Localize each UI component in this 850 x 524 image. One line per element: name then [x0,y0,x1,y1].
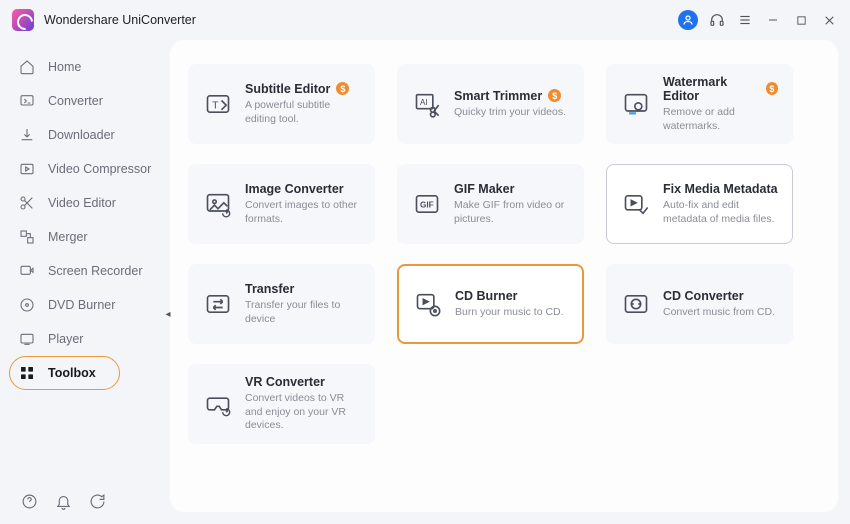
app-logo-icon [12,9,34,31]
image-converter-icon [203,189,233,219]
sidebar-item-merger[interactable]: Merger [0,220,170,254]
sidebar-item-player[interactable]: Player [0,322,170,356]
sidebar-item-label: Screen Recorder [48,264,143,278]
converter-icon [18,92,36,110]
content-panel: ◂ T Subtitle Editor$A powerful subtitle … [170,40,838,512]
paid-badge-icon: $ [548,89,561,102]
home-icon [18,58,36,76]
card-title: Smart Trimmer [454,89,542,103]
sidebar-item-label: Downloader [48,128,115,142]
sidebar-item-screen-recorder[interactable]: Screen Recorder [0,254,170,288]
window-controls [678,10,838,30]
subtitle-editor-icon: T [203,89,233,119]
scissors-icon [18,194,36,212]
sidebar-item-label: Toolbox [48,366,96,380]
close-button[interactable] [820,11,838,29]
card-gif-maker[interactable]: GIF GIF Maker Make GIF from video or pict… [397,164,584,244]
recorder-icon [18,262,36,280]
card-desc: Convert images to other formats. [245,199,360,226]
collapse-sidebar-button[interactable]: ◂ [163,300,173,328]
vr-converter-icon [203,389,233,419]
card-subtitle-editor[interactable]: T Subtitle Editor $ A powerful subtitle ed… [188,64,375,144]
compressor-icon [18,160,36,178]
card-vr-converter[interactable]: VR Converter Convert videos to VR and enj… [188,364,375,444]
transfer-icon [203,289,233,319]
card-desc: Make GIF from video or pictures. [454,199,569,226]
sidebar-item-label: Video Compressor [48,162,151,176]
card-desc: Auto-fix and edit metadata of media file… [663,199,778,226]
card-title: Watermark Editor [663,75,760,103]
sidebar-item-label: Player [48,332,83,346]
help-icon[interactable] [20,492,38,510]
toolbox-icon [18,364,36,382]
card-desc: Convert videos to VR and enjoy on your V… [245,392,360,433]
card-cd-burner[interactable]: CD Burner Burn your music to CD. [397,264,584,344]
bell-icon[interactable] [54,492,72,510]
card-smart-trimmer[interactable]: AI Smart Trimmer $ Quicky trim your videos… [397,64,584,144]
card-desc: A powerful subtitle editing tool. [245,99,360,126]
maximize-button[interactable] [792,11,810,29]
card-desc: Quicky trim your videos. [454,106,569,120]
svg-text:AI: AI [420,98,428,107]
sidebar: Home Converter Downloader Video Compress… [0,40,170,524]
sidebar-item-toolbox[interactable]: Toolbox [0,356,170,390]
sidebar-item-home[interactable]: Home [0,50,170,84]
sidebar-item-label: Converter [48,94,103,108]
card-desc: Convert music from CD. [663,306,778,320]
card-title: GIF Maker [454,182,514,196]
sidebar-item-video-compressor[interactable]: Video Compressor [0,152,170,186]
card-image-converter[interactable]: Image Converter Convert images to other f… [188,164,375,244]
card-title: CD Converter [663,289,744,303]
titlebar: Wondershare UniConverter [0,0,850,40]
card-title: Subtitle Editor [245,82,330,96]
sidebar-item-label: Video Editor [48,196,116,210]
card-title: CD Burner [455,289,518,303]
smart-trimmer-icon: AI [412,89,442,119]
card-title: Transfer [245,282,294,296]
cd-converter-icon [621,289,651,319]
gif-maker-icon: GIF [412,189,442,219]
sidebar-item-label: Home [48,60,81,74]
card-transfer[interactable]: Transfer Transfer your files to device [188,264,375,344]
paid-badge-icon: $ [766,82,778,95]
app-title: Wondershare UniConverter [44,13,196,27]
card-desc: Remove or add watermarks. [663,106,778,133]
card-title: Fix Media Metadata [663,182,778,196]
metadata-icon [621,189,651,219]
feedback-icon[interactable] [88,492,106,510]
minimize-button[interactable] [764,11,782,29]
card-watermark-editor[interactable]: Watermark Editor $ Remove or add watermark… [606,64,793,144]
svg-text:T: T [212,100,219,112]
download-icon [18,126,36,144]
watermark-editor-icon [621,89,651,119]
svg-text:GIF: GIF [420,201,434,210]
sidebar-item-label: Merger [48,230,88,244]
card-desc: Transfer your files to device [245,299,360,326]
merger-icon [18,228,36,246]
dvd-icon [18,296,36,314]
sidebar-item-video-editor[interactable]: Video Editor [0,186,170,220]
card-fix-media-metadata[interactable]: Fix Media Metadata Auto-fix and edit meta… [606,164,793,244]
cd-burner-icon [413,289,443,319]
paid-badge-icon: $ [336,82,349,95]
user-icon[interactable] [678,10,698,30]
sidebar-item-dvd-burner[interactable]: DVD Burner [0,288,170,322]
sidebar-item-label: DVD Burner [48,298,115,312]
card-title: Image Converter [245,182,344,196]
card-cd-converter[interactable]: CD Converter Convert music from CD. [606,264,793,344]
sidebar-item-converter[interactable]: Converter [0,84,170,118]
menu-icon[interactable] [736,11,754,29]
card-title: VR Converter [245,375,325,389]
sidebar-item-downloader[interactable]: Downloader [0,118,170,152]
player-icon [18,330,36,348]
headset-icon[interactable] [708,11,726,29]
card-desc: Burn your music to CD. [455,306,568,320]
